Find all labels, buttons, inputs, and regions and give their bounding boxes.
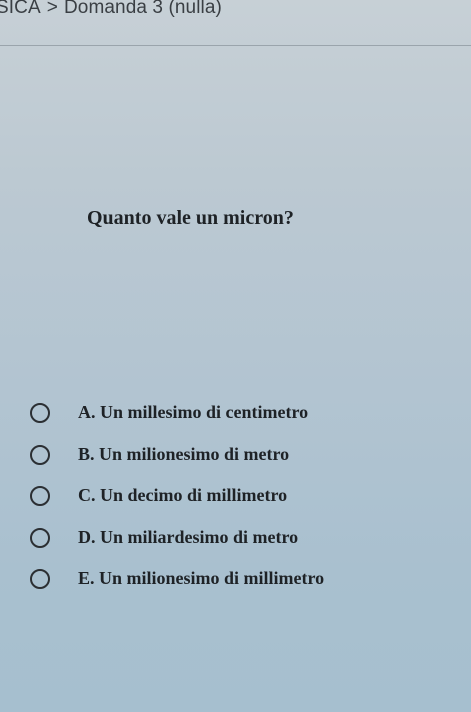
answer-label-b: B. Un milionesimo di metro <box>78 444 290 464</box>
answer-option-e[interactable]: E. Un milionesimo di millimetro <box>30 568 324 589</box>
header-divider <box>0 45 471 46</box>
radio-button-a[interactable] <box>30 402 50 423</box>
answer-label-d: D. Un miliardesimo di metro <box>78 527 299 547</box>
answer-option-a[interactable]: A. Un millesimo di centimetro <box>30 402 308 423</box>
breadcrumb-separator: > <box>46 0 58 18</box>
breadcrumb-section[interactable]: SICA <box>0 0 41 18</box>
radio-button-b[interactable] <box>30 444 50 465</box>
radio-button-d[interactable] <box>30 527 50 548</box>
answer-option-d[interactable]: D. Un miliardesimo di metro <box>30 527 298 548</box>
radio-button-c[interactable] <box>30 485 50 506</box>
answer-option-c[interactable]: C. Un decimo di millimetro <box>30 485 287 506</box>
breadcrumb-current: Domanda 3 (nulla) <box>63 0 222 18</box>
answer-label-e: E. Un milionesimo di millimetro <box>78 568 325 588</box>
answer-option-b[interactable]: B. Un milionesimo di metro <box>30 444 289 465</box>
question-text: Quanto vale un micron? <box>87 207 294 229</box>
answer-label-c: C. Un decimo di millimetro <box>78 485 288 505</box>
breadcrumb: SICA > Domanda 3 (nulla) <box>0 0 222 19</box>
radio-button-e[interactable] <box>30 568 50 589</box>
answer-label-a: A. Un millesimo di centimetro <box>78 402 309 422</box>
